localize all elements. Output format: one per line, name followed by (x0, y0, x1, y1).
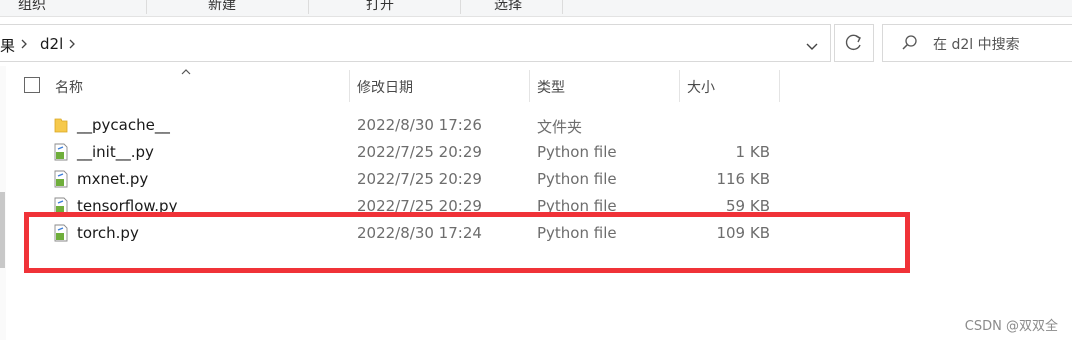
file-row[interactable]: __init__.py 2022/7/25 20:29 Python file … (0, 139, 1072, 166)
python-file-icon (54, 143, 68, 161)
column-divider[interactable] (349, 70, 350, 102)
file-date: 2022/8/30 17:24 (357, 224, 482, 242)
ribbon-separator (308, 0, 309, 14)
python-file-icon (54, 224, 68, 242)
sort-ascending-icon (181, 69, 191, 75)
file-row[interactable]: torch.py 2022/8/30 17:24 Python file 109… (0, 220, 1072, 247)
search-placeholder: 在 d2l 中搜索 (933, 37, 1020, 53)
address-row: 果 d2l 在 d2l 中搜索 (0, 20, 1072, 66)
breadcrumb-chevron-icon[interactable] (66, 38, 78, 50)
column-divider[interactable] (679, 70, 680, 102)
ribbon-separator (146, 0, 147, 14)
address-bar[interactable]: 果 d2l (0, 24, 831, 62)
select-all-checkbox[interactable] (24, 77, 40, 93)
file-name[interactable]: mxnet.py (77, 170, 148, 188)
file-row[interactable]: __pycache__ 2022/8/30 17:26 文件夹 (0, 112, 1072, 139)
column-divider[interactable] (529, 70, 530, 102)
file-date: 2022/7/25 20:29 (357, 197, 482, 215)
file-date: 2022/8/30 17:26 (357, 116, 482, 134)
file-date: 2022/7/25 20:29 (357, 170, 482, 188)
breadcrumb-parent[interactable]: 果 (0, 35, 15, 56)
search-input[interactable]: 在 d2l 中搜索 (882, 24, 1072, 62)
file-row[interactable]: mxnet.py 2022/7/25 20:29 Python file 116… (0, 166, 1072, 193)
file-type: Python file (537, 224, 617, 242)
file-type: Python file (537, 143, 617, 161)
ribbon-separator (562, 0, 563, 14)
column-header-type[interactable]: 类型 (537, 77, 565, 109)
refresh-icon (845, 34, 861, 51)
python-file-icon (54, 170, 68, 188)
ribbon-group-new[interactable]: 新建 (208, 0, 236, 14)
file-name[interactable]: tensorflow.py (77, 197, 177, 215)
file-name[interactable]: __init__.py (77, 143, 154, 161)
ribbon-bar: 组织 新建 打开 选择 (0, 0, 1072, 17)
file-size: 1 KB (735, 143, 770, 161)
column-header-size[interactable]: 大小 (687, 77, 715, 109)
column-header-date[interactable]: 修改日期 (357, 77, 413, 109)
ribbon-separator (460, 0, 461, 14)
refresh-button[interactable] (834, 24, 874, 62)
search-icon (902, 35, 917, 50)
ribbon-group-select[interactable]: 选择 (494, 0, 522, 14)
file-date: 2022/7/25 20:29 (357, 143, 482, 161)
file-size: 109 KB (716, 224, 770, 242)
folder-icon (54, 118, 68, 133)
file-row[interactable]: tensorflow.py 2022/7/25 20:29 Python fil… (0, 193, 1072, 220)
column-divider[interactable] (779, 70, 780, 102)
ribbon-group-open[interactable]: 打开 (366, 0, 394, 14)
file-name[interactable]: torch.py (77, 224, 139, 242)
file-size: 116 KB (716, 170, 770, 188)
column-header-name[interactable]: 名称 (55, 77, 83, 109)
breadcrumb-current[interactable]: d2l (40, 35, 63, 53)
file-type: Python file (537, 170, 617, 188)
watermark: CSDN @双双全 (964, 319, 1058, 334)
file-type: Python file (537, 197, 617, 215)
ribbon-group-organize[interactable]: 组织 (18, 0, 46, 14)
file-type: 文件夹 (537, 118, 583, 136)
address-history-chevron-down-icon[interactable] (797, 32, 827, 62)
file-name[interactable]: __pycache__ (77, 116, 170, 134)
python-file-icon (54, 197, 68, 215)
breadcrumb-chevron-icon[interactable] (18, 38, 30, 50)
file-size: 59 KB (726, 197, 770, 215)
